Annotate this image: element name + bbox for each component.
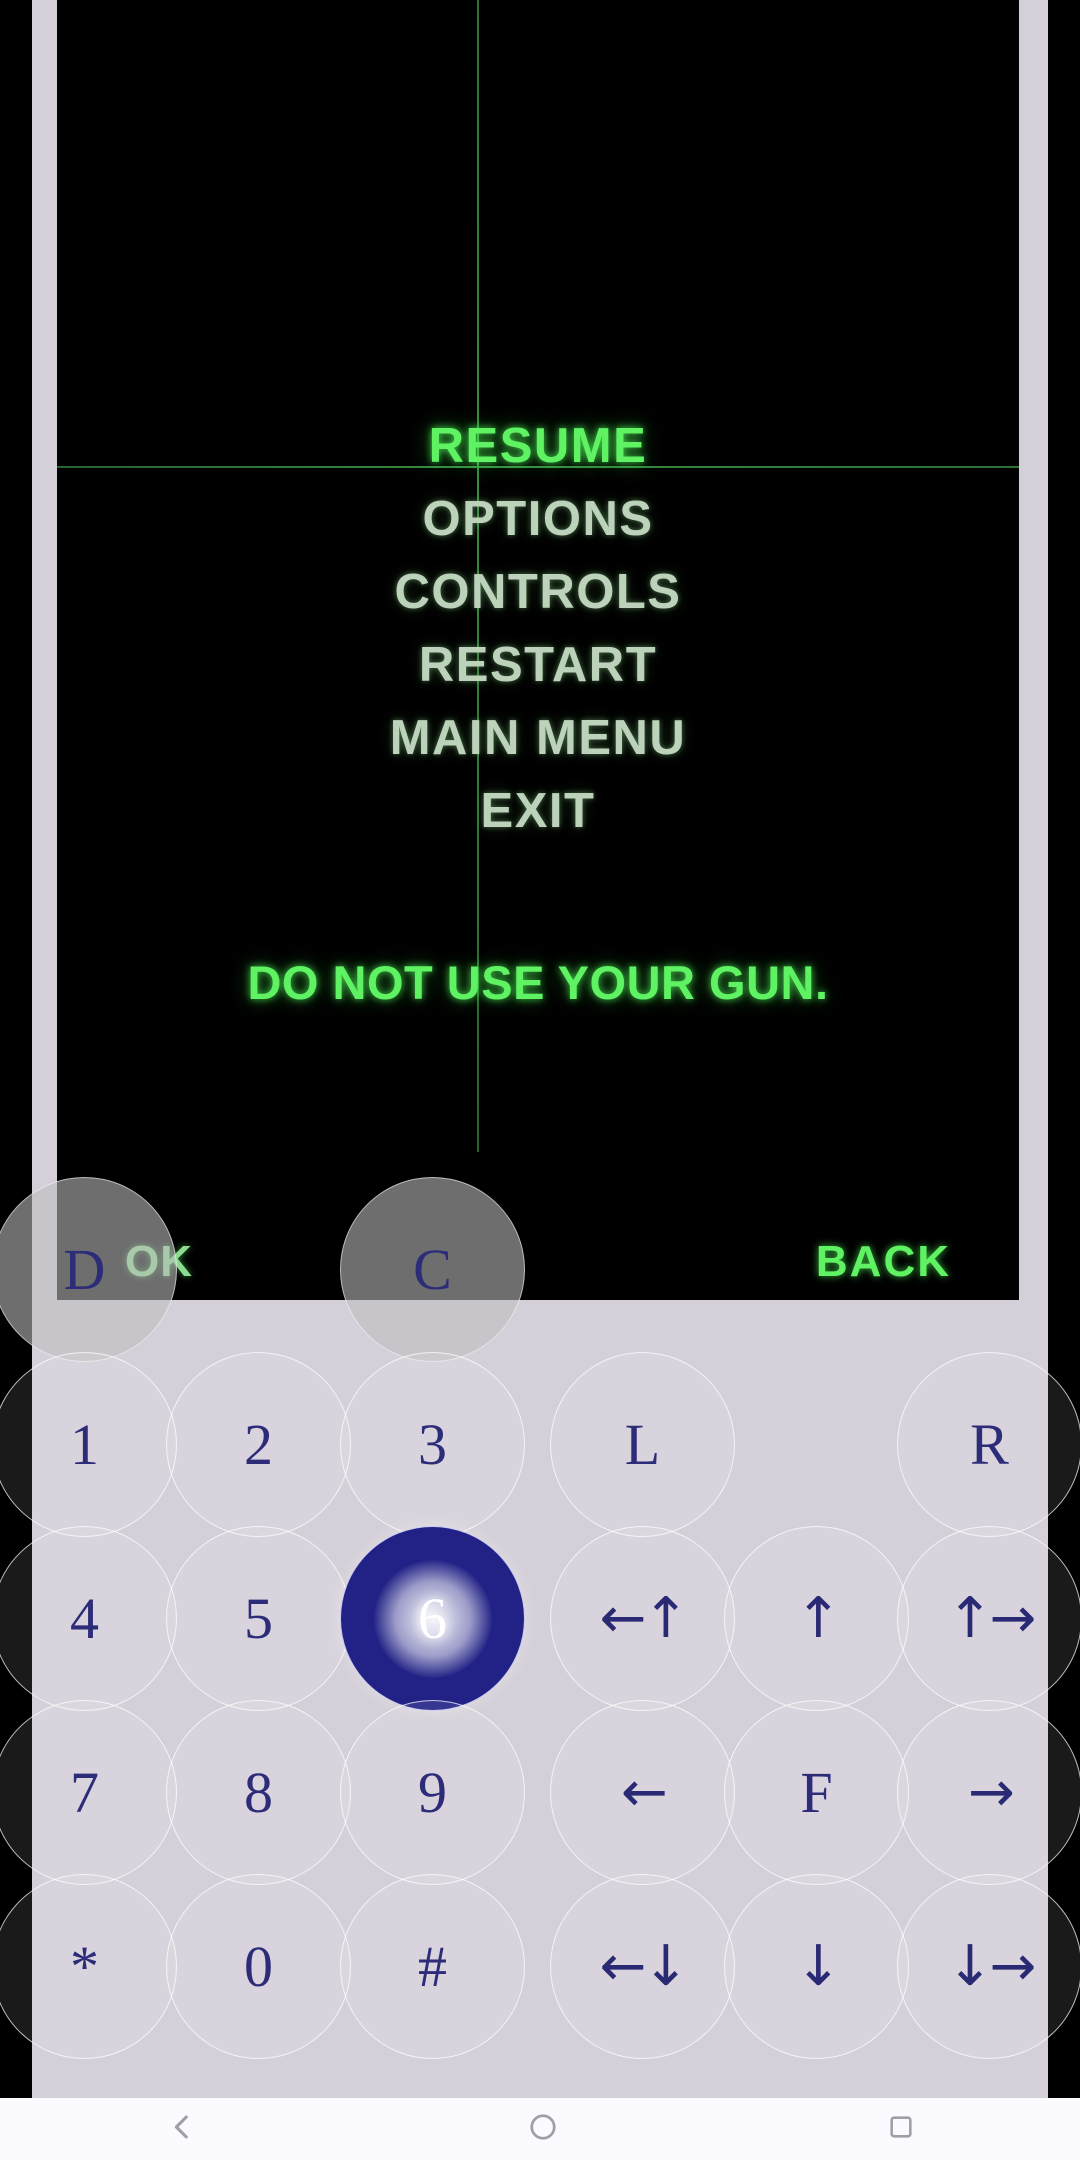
key-left-icon[interactable]: ← bbox=[550, 1700, 735, 1885]
key-r[interactable]: R bbox=[897, 1352, 1080, 1537]
key-down-left-label: ←↓ bbox=[599, 1933, 690, 1999]
key-9[interactable]: 9 bbox=[340, 1700, 525, 1885]
pause-menu: RESUME OPTIONS CONTROLS RESTART MAIN MEN… bbox=[57, 410, 1019, 848]
key-4[interactable]: 4 bbox=[0, 1526, 177, 1711]
menu-item-controls[interactable]: CONTROLS bbox=[57, 556, 1019, 629]
key-up-right-label: ↑→ bbox=[946, 1585, 1037, 1651]
nav-home-icon[interactable] bbox=[528, 2112, 558, 2147]
key-0[interactable]: 0 bbox=[166, 1874, 351, 2059]
key-7[interactable]: 7 bbox=[0, 1700, 177, 1885]
key-down-icon[interactable]: ↓ bbox=[724, 1874, 909, 2059]
key-up-left-label: ←↑ bbox=[599, 1585, 690, 1651]
key-down-label: ↓ bbox=[795, 1933, 842, 1999]
key-up-right-icon[interactable]: ↑→ bbox=[897, 1526, 1080, 1711]
key-4-label: 4 bbox=[70, 1585, 99, 1651]
key-3[interactable]: 3 bbox=[340, 1352, 525, 1537]
key-star[interactable]: * bbox=[0, 1874, 177, 2059]
key-0-label: 0 bbox=[244, 1933, 273, 1999]
key-f[interactable]: F bbox=[724, 1700, 909, 1885]
key-up-label: ↑ bbox=[795, 1585, 842, 1651]
key-5-label: 5 bbox=[244, 1585, 273, 1651]
key-8-label: 8 bbox=[244, 1759, 273, 1825]
key-3-label: 3 bbox=[418, 1411, 447, 1477]
nav-recents-icon[interactable] bbox=[887, 2113, 915, 2146]
menu-item-restart[interactable]: RESTART bbox=[57, 629, 1019, 702]
key-5[interactable]: 5 bbox=[166, 1526, 351, 1711]
menu-item-exit[interactable]: EXIT bbox=[57, 775, 1019, 848]
key-c-label: C bbox=[413, 1236, 452, 1302]
gameplay-hint-text: DO NOT USE YOUR GUN. bbox=[247, 956, 829, 1009]
key-9-label: 9 bbox=[418, 1759, 447, 1825]
nav-back-icon[interactable] bbox=[165, 2110, 199, 2149]
key-c[interactable]: C bbox=[340, 1177, 525, 1362]
key-2[interactable]: 2 bbox=[166, 1352, 351, 1537]
key-d-label: D bbox=[63, 1236, 106, 1302]
key-l-label: L bbox=[624, 1411, 661, 1477]
key-8[interactable]: 8 bbox=[166, 1700, 351, 1885]
key-6[interactable]: 6 bbox=[340, 1526, 525, 1711]
phone-screen: RESUME OPTIONS CONTROLS RESTART MAIN MEN… bbox=[0, 0, 1080, 2160]
menu-item-resume[interactable]: RESUME bbox=[57, 410, 1019, 483]
key-1-label: 1 bbox=[70, 1411, 99, 1477]
key-up-icon[interactable]: ↑ bbox=[724, 1526, 909, 1711]
virtual-keypad: D C 1 2 3 L R 4 5 6 ←↑ ↑ ↑→ 7 8 9 ← F → … bbox=[0, 1177, 1080, 2100]
key-down-left-icon[interactable]: ←↓ bbox=[550, 1874, 735, 2059]
key-r-label: R bbox=[970, 1411, 1009, 1477]
key-star-label: * bbox=[70, 1933, 99, 1999]
key-2-label: 2 bbox=[244, 1411, 273, 1477]
key-f-label: F bbox=[800, 1759, 833, 1825]
key-6-label: 6 bbox=[418, 1585, 447, 1651]
key-l[interactable]: L bbox=[550, 1352, 735, 1537]
key-d[interactable]: D bbox=[0, 1177, 177, 1362]
key-down-right-label: ↓→ bbox=[946, 1933, 1037, 1999]
key-right-icon[interactable]: → bbox=[897, 1700, 1080, 1885]
key-right-label: → bbox=[968, 1759, 1015, 1825]
game-viewport[interactable]: RESUME OPTIONS CONTROLS RESTART MAIN MEN… bbox=[57, 0, 1019, 1300]
menu-item-options[interactable]: OPTIONS bbox=[57, 483, 1019, 556]
key-hash[interactable]: # bbox=[340, 1874, 525, 2059]
key-down-right-icon[interactable]: ↓→ bbox=[897, 1874, 1080, 2059]
android-navigation-bar bbox=[0, 2098, 1080, 2160]
key-left-label: ← bbox=[621, 1759, 668, 1825]
key-7-label: 7 bbox=[70, 1759, 99, 1825]
key-hash-label: # bbox=[418, 1933, 447, 1999]
key-1[interactable]: 1 bbox=[0, 1352, 177, 1537]
menu-item-main-menu[interactable]: MAIN MENU bbox=[57, 702, 1019, 775]
key-up-left-icon[interactable]: ←↑ bbox=[550, 1526, 735, 1711]
